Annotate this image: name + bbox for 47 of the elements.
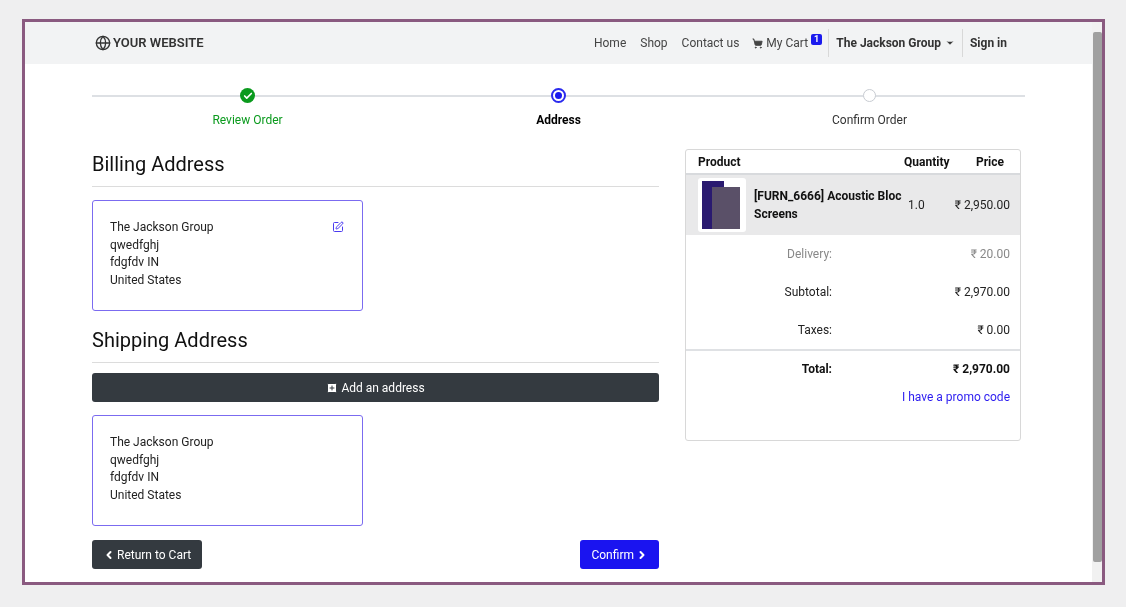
price-cell-text: ₹ 2,950.00 (954, 197, 1010, 214)
address-line: fdgfdv IN (110, 469, 159, 486)
add-address-button[interactable]: Add an address (92, 373, 659, 402)
cart-icon (752, 37, 764, 49)
total-label: Delivery: (786, 246, 832, 263)
cart-link[interactable]: My Cart 1 (746, 34, 829, 52)
total-label: Total: (800, 361, 832, 378)
section-title: Billing Address (92, 149, 659, 187)
address-line: The Jackson Group (110, 219, 214, 236)
section-title: Shipping Address (92, 325, 659, 363)
return-to-cart-button[interactable]: Return to Cart (92, 540, 203, 569)
product-name[interactable]: [FURN_6666] Acoustic Bloc Screens (754, 187, 906, 223)
caret-icon (944, 38, 955, 48)
plus-icon (326, 381, 339, 394)
address-card[interactable]: The Jackson Group qwedfghj fdgfdv IN United States (92, 200, 363, 311)
address-line: qwedfghj (110, 236, 160, 254)
globe-icon (95, 35, 111, 51)
address-line: United States (110, 486, 182, 504)
nav-link[interactable]: Contact us (674, 34, 747, 52)
sign-in-link[interactable]: Sign in (962, 34, 1014, 52)
address-card[interactable]: The Jackson Group qwedfghj fdgfdv IN United States (92, 415, 363, 526)
promo-code-link[interactable]: I have a promo code (902, 388, 1010, 406)
address-line: fdgfdv IN (110, 254, 159, 271)
column-header: Product (698, 153, 742, 171)
address-line: United States (110, 271, 182, 289)
confirm-button[interactable]: Confirm (580, 540, 659, 569)
total-value: ₹ 2,970.00 (952, 361, 1010, 378)
brand-logo[interactable]: YOUR WEBSITE (113, 33, 204, 53)
step-label: Confirm Order (832, 112, 907, 129)
nav-link[interactable]: Home (586, 34, 634, 52)
total-value: ₹ 0.00 (977, 322, 1010, 339)
address-line: qwedfghj (110, 451, 160, 469)
step-label: Address (536, 112, 581, 129)
total-value: ₹ 2,970.00 (954, 284, 1010, 301)
quantity-cell-text: 1.0 (908, 197, 926, 214)
cart-count-badge: 1 (811, 33, 823, 45)
total-value: ₹ 20.00 (970, 246, 1010, 263)
total-label: Subtotal: (783, 284, 832, 301)
total-label: Taxes: (796, 322, 832, 339)
scrollbar[interactable] (1092, 22, 1102, 582)
edit-icon[interactable] (332, 221, 344, 233)
user-menu[interactable]: The Jackson Group (829, 34, 962, 52)
step-label: Review Order (212, 112, 283, 129)
column-header: Quantity (904, 153, 951, 171)
nav-link[interactable]: Shop (633, 34, 675, 52)
address-line: The Jackson Group (110, 434, 214, 451)
column-header: Price (974, 153, 1005, 171)
